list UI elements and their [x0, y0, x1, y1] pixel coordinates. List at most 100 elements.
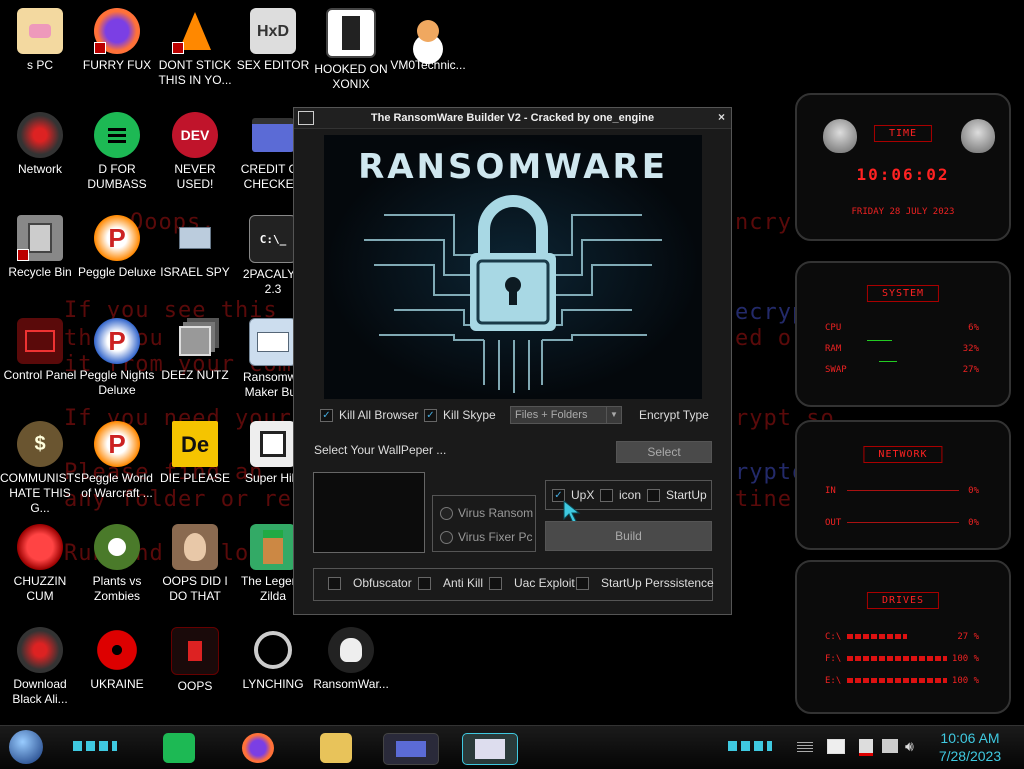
desktop-icon-recycle-bin[interactable]: Recycle Bin: [0, 215, 80, 280]
stat-value: 100 %: [951, 654, 979, 664]
net-in-graph: [847, 490, 959, 491]
desktop-icon-lynching[interactable]: LYNCHING: [233, 627, 313, 692]
desktop-icon-oops-did-i[interactable]: OOPS DID I DO THAT: [155, 524, 235, 604]
checkbox-box: [600, 488, 613, 502]
desktop-icon-israel-spy[interactable]: ISRAEL SPY: [155, 215, 235, 280]
icon-label: Peggle Nights Deluxe: [79, 368, 155, 397]
show-hidden-icons[interactable]: [797, 742, 813, 752]
desktop-icon-deez-nutz[interactable]: DEEZ NUTZ: [155, 318, 235, 383]
doctor-icon: [405, 8, 451, 54]
radio-label: Virus Fixer Pc: [458, 530, 533, 544]
desktop-icon-sex-editor[interactable]: HxD SEX EDITOR: [233, 8, 313, 73]
desktop-icon-never-used[interactable]: DEV NEVER USED!: [155, 112, 235, 192]
hxd-icon: HxD: [250, 8, 296, 54]
obfuscator-checkbox[interactable]: Obfuscator: [328, 576, 412, 590]
desktop-icon-peggle-deluxe[interactable]: P Peggle Deluxe: [77, 215, 157, 280]
taskbar-clock[interactable]: 10:06 AM 7/28/2023: [930, 729, 1010, 765]
control-panel-icon: [17, 318, 63, 364]
radiation-icon: [94, 627, 140, 673]
oops-icon: [171, 627, 219, 675]
credit-card-icon: [250, 112, 296, 158]
select-button[interactable]: Select: [616, 441, 712, 463]
desktop-icon-dont-stick[interactable]: DONT STICK THIS IN YO...: [155, 8, 235, 88]
stat-label: OUT: [825, 518, 842, 528]
taskbar-ransomware-builder-window[interactable]: [462, 733, 518, 765]
net-out-row: OUT 0%: [825, 518, 979, 528]
desktop-icon-peggle-nights[interactable]: P Peggle Nights Deluxe: [77, 318, 157, 398]
anti-kill-checkbox[interactable]: Anti Kill: [418, 576, 483, 590]
desktop-icon-control-panel[interactable]: Control Panel: [0, 318, 80, 383]
stat-value: 32%: [962, 344, 979, 354]
icon-label: ISRAEL SPY: [160, 265, 230, 279]
alien-head-icon: [823, 119, 857, 153]
desktop-icon-ukraine[interactable]: UKRAINE: [77, 627, 157, 692]
drive-f-bar: [847, 656, 947, 661]
startup-checkbox[interactable]: StartUp: [647, 488, 707, 502]
radio-dot: [440, 530, 453, 544]
desktop-icon-furry-fux[interactable]: FURRY FUX: [77, 8, 157, 73]
checkbox-box: [328, 576, 341, 590]
taskbar-credit-card-window[interactable]: [383, 733, 439, 765]
desktop-icon-oops[interactable]: OOPS: [155, 627, 235, 694]
desktop-icon-this-pc[interactable]: s PC: [0, 8, 80, 73]
peggle-icon: P: [94, 215, 140, 261]
desktop-icon-hooked-on-xonix[interactable]: HOOKED ON XONIX: [311, 8, 391, 92]
icon-label: Peggle Deluxe: [77, 265, 157, 279]
security-icon[interactable]: [882, 739, 898, 753]
uac-exploit-checkbox[interactable]: Uac Exploit: [489, 576, 575, 590]
clock-date: 7/28/2023: [938, 748, 1002, 764]
ransomware-builder-window: The RansomWare Builder V2 - Cracked by o…: [293, 107, 732, 615]
stat-value: 100 %: [951, 676, 979, 686]
desktop-icon-d-for-dumbass[interactable]: D FOR DUMBASS: [77, 112, 157, 192]
icon-checkbox[interactable]: icon: [600, 488, 641, 502]
network-status-icon[interactable]: [859, 739, 873, 756]
widget-title: DRIVES: [866, 592, 940, 609]
window-title: The RansomWare Builder V2 - Cracked by o…: [370, 112, 655, 124]
desktop-icon-chuzzin[interactable]: CHUZZIN CUM: [0, 524, 80, 604]
desktop-icon-download-black[interactable]: Download Black Ali...: [0, 627, 80, 707]
ransomware-banner: RANSOMWARE: [324, 135, 702, 399]
stat-label: E:\: [825, 676, 842, 686]
desktop-icon-peggle-wow[interactable]: P Peggle World of Warcraft ...: [77, 421, 157, 501]
chuzzle-icon: [17, 524, 63, 570]
window-titlebar[interactable]: The RansomWare Builder V2 - Cracked by o…: [294, 108, 731, 129]
icon-label: DONT STICK THIS IN YO...: [158, 58, 232, 87]
encrypt-type-select[interactable]: Files + Folders ▼: [510, 406, 622, 424]
desktop-icon-network[interactable]: Network: [0, 112, 80, 177]
widget-title: SYSTEM: [866, 285, 940, 302]
taskbar-firefox-icon[interactable]: [242, 733, 274, 763]
checkbox-box: [647, 488, 660, 502]
start-button[interactable]: [9, 730, 43, 764]
wallpaper-preview[interactable]: [313, 472, 425, 553]
desktop-icon-vm0technic[interactable]: VM0Technic...: [388, 8, 468, 73]
icon-label: NEVER USED!: [174, 162, 216, 191]
chevron-down-icon: ▼: [606, 407, 621, 423]
startup-persistence-checkbox[interactable]: StartUp Perssistence: [576, 576, 714, 590]
volume-icon[interactable]: 🔊︎: [905, 738, 914, 755]
icon-label: Network: [17, 162, 62, 176]
icon-label: Recycle Bin: [8, 265, 72, 279]
virus-ransom-radio[interactable]: Virus Ransom: [440, 506, 533, 520]
taskbar-chat-app-icon[interactable]: [163, 733, 195, 763]
close-button[interactable]: ×: [718, 110, 725, 124]
icon-label: DEEZ NUTZ: [161, 368, 229, 382]
padlock-circuit-icon: [364, 195, 662, 393]
icon-label: COMMUNISTS HATE THIS G...: [0, 471, 80, 515]
taskbar-file-explorer-icon[interactable]: [320, 733, 352, 763]
build-button[interactable]: Build: [545, 521, 712, 551]
clock-display: 10:06:02: [856, 165, 950, 184]
desktop-icon-communists[interactable]: $ COMMUNISTS HATE THIS G...: [0, 421, 80, 516]
desktop-icon-ransomwar[interactable]: RansomWar...: [311, 627, 391, 692]
terminal-icon: C:\_: [249, 215, 297, 263]
window-app-icon: [249, 318, 297, 366]
icon-label: VM0Technic...: [390, 58, 466, 72]
desktop-icon-pvz[interactable]: Plants vs Zombies: [77, 524, 157, 604]
desktop-icon-die-please[interactable]: De DIE PLEASE: [155, 421, 235, 486]
checkbox-box: [489, 576, 502, 590]
virus-fixer-radio[interactable]: Virus Fixer Pc: [440, 530, 532, 544]
action-center-icon[interactable]: [827, 739, 845, 754]
kill-all-browser-checkbox[interactable]: ✓ Kill All Browser: [320, 408, 418, 422]
pixel-character-icon: [250, 524, 296, 570]
kill-skype-checkbox[interactable]: ✓ Kill Skype: [424, 408, 496, 422]
windows-stack-icon: [172, 318, 218, 364]
